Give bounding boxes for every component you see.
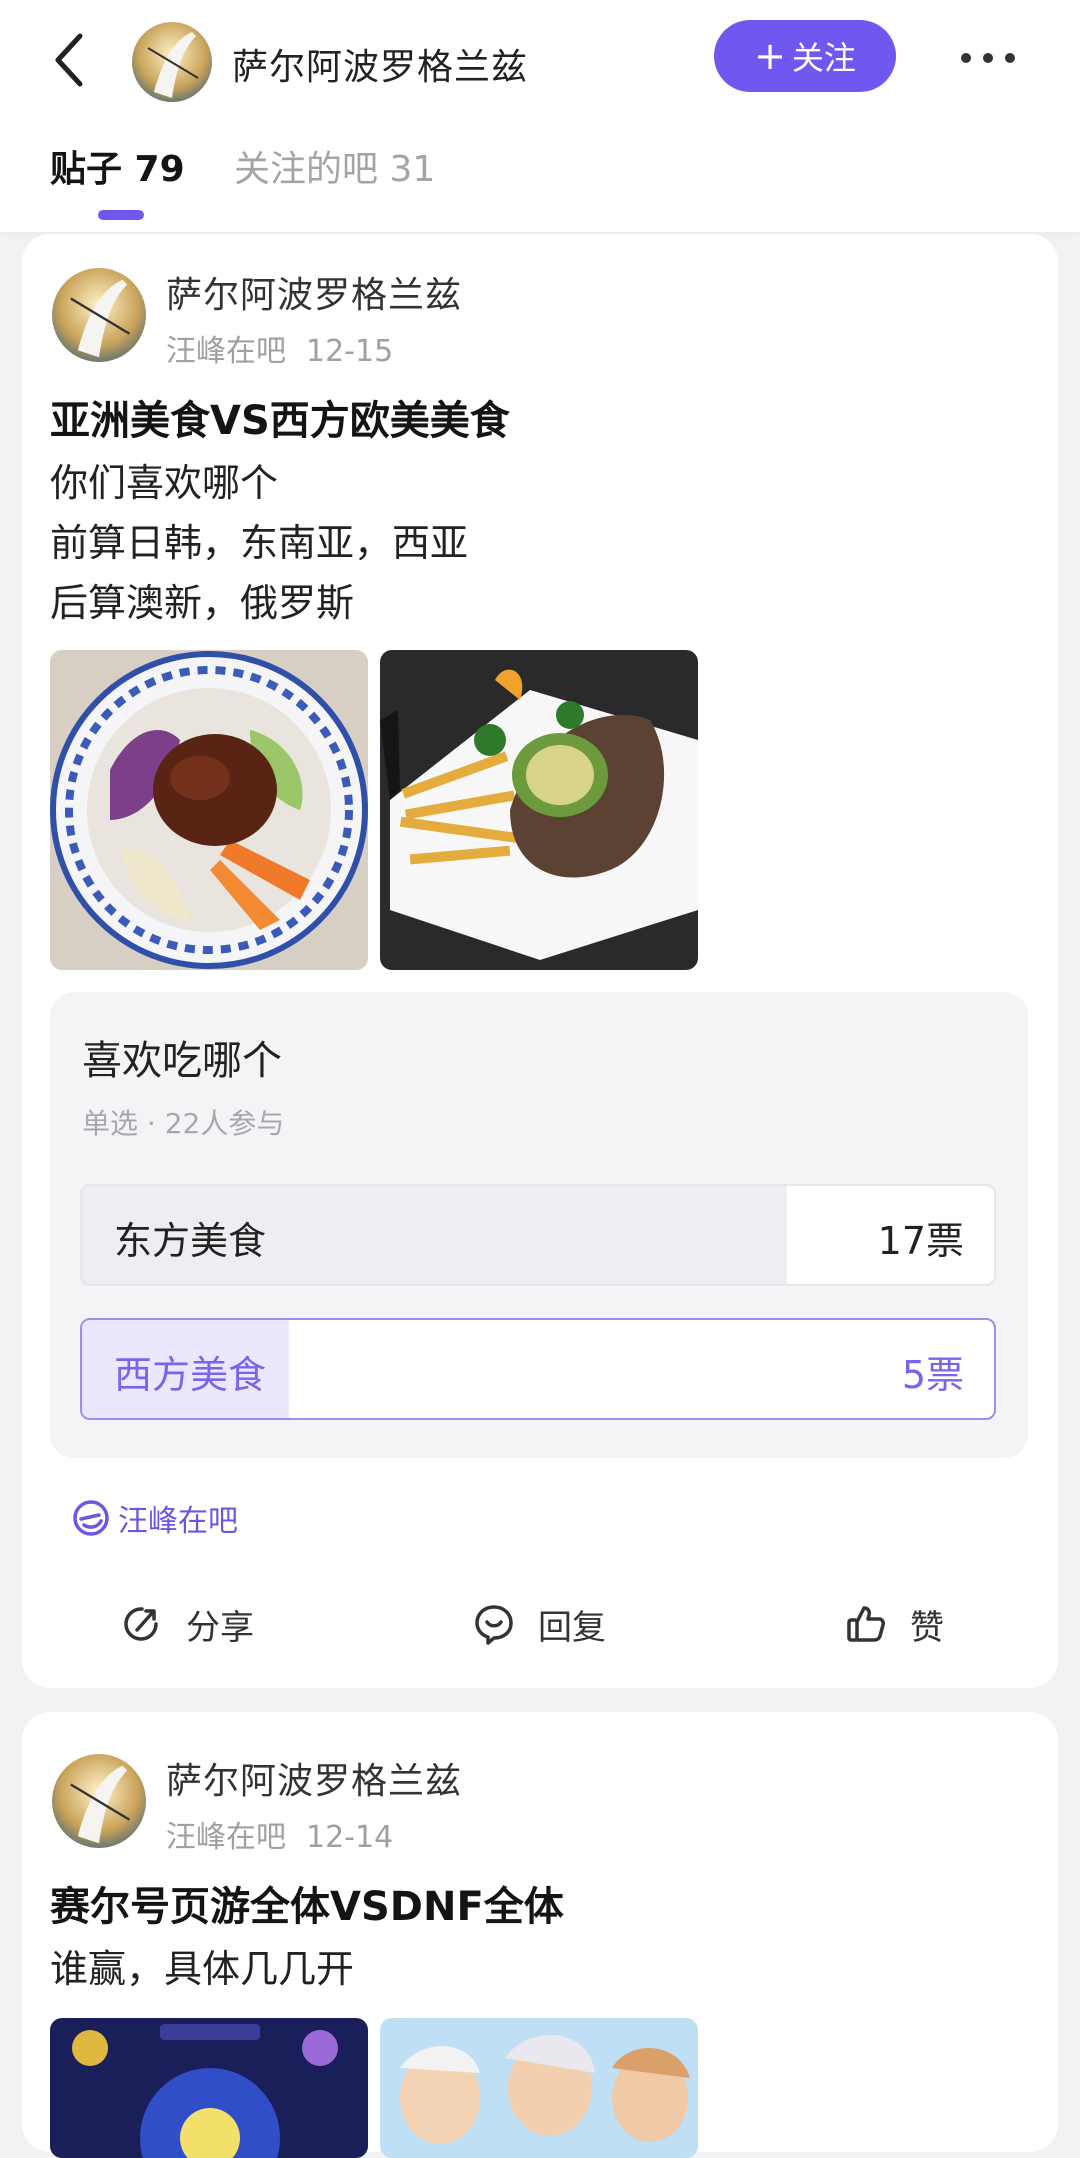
poll-option-label: 东方美食 <box>114 1219 267 1263</box>
tab-indicator <box>98 210 144 220</box>
avatar[interactable] <box>52 268 146 362</box>
like-button[interactable]: 赞 <box>844 1594 944 1654</box>
post-date: 12-15 <box>306 334 394 369</box>
tab-followed-bars[interactable]: 关注的吧 31 <box>234 140 435 192</box>
post-body-line: 谁赢，具体几几开 <box>50 1947 355 1991</box>
poll: 喜欢吃哪个 单选 · 22人参与 东方美食 17票 西方美食 5票 <box>50 992 1028 1458</box>
poll-option-votes: 5票 <box>901 1353 964 1397</box>
tab-posts[interactable]: 贴子 79 <box>50 140 185 192</box>
forum-tag[interactable]: 汪峰在吧 <box>72 1498 238 1539</box>
post-card[interactable]: 萨尔阿波罗格兰兹 汪峰在吧 12-15 亚洲美食VS西方欧美美食 你们喜欢哪个 前… <box>22 234 1058 1688</box>
avatar[interactable] <box>132 22 212 102</box>
avatar[interactable] <box>52 1754 146 1848</box>
post-author[interactable]: 萨尔阿波罗格兰兹 <box>166 1752 462 1804</box>
share-label: 分享 <box>186 1607 254 1648</box>
poll-option-label: 西方美食 <box>114 1353 267 1397</box>
share-button[interactable]: 分享 <box>120 1594 254 1654</box>
post-body-line: 你们喜欢哪个 <box>50 461 279 505</box>
page-title: 萨尔阿波罗格兰兹 <box>232 47 529 88</box>
follow-button[interactable]: + 关注 <box>714 20 896 92</box>
forum-icon <box>73 1500 109 1536</box>
like-label: 赞 <box>910 1607 944 1648</box>
post-date: 12-14 <box>306 1820 394 1855</box>
poll-option-votes: 17票 <box>877 1219 964 1263</box>
forum-tag-label: 汪峰在吧 <box>118 1504 238 1539</box>
post-title: 赛尔号页游全体VSDNF全体 <box>50 1884 564 1930</box>
reply-button[interactable]: 回复 <box>472 1594 606 1654</box>
post-image-anime[interactable] <box>380 2018 698 2158</box>
post-author[interactable]: 萨尔阿波罗格兰兹 <box>166 266 462 318</box>
poll-option[interactable]: 东方美食 17票 <box>80 1184 996 1286</box>
post-body-line: 前算日韩，东南亚，西亚 <box>50 521 469 565</box>
back-button[interactable] <box>48 28 92 92</box>
poll-option[interactable]: 西方美食 5票 <box>80 1318 996 1420</box>
post-title: 亚洲美食VS西方欧美美食 <box>50 398 510 444</box>
post-body-line: 后算澳新，俄罗斯 <box>50 581 355 625</box>
thumbs-up-icon <box>847 1606 885 1642</box>
post-meta: 汪峰在吧 12-15 <box>166 326 393 370</box>
reply-label: 回复 <box>538 1607 606 1648</box>
more-options-button[interactable] <box>958 46 1018 70</box>
post-meta: 汪峰在吧 12-14 <box>166 1812 393 1856</box>
post-forum: 汪峰在吧 <box>166 1820 286 1855</box>
comment-icon <box>475 1605 513 1645</box>
share-icon <box>124 1607 158 1641</box>
post-image-steak[interactable] <box>380 650 698 970</box>
more-dots-icon <box>961 53 1015 63</box>
post-forum: 汪峰在吧 <box>166 334 286 369</box>
plus-icon: + <box>754 34 786 78</box>
post-card[interactable]: 萨尔阿波罗格兰兹 汪峰在吧 12-14 赛尔号页游全体VSDNF全体 谁赢，具体几… <box>22 1712 1058 2158</box>
poll-subtitle: 单选 · 22人参与 <box>82 1107 285 1140</box>
chevron-left-icon <box>55 33 83 87</box>
post-image-game[interactable] <box>50 2018 368 2158</box>
post-image-noodles[interactable] <box>50 650 368 970</box>
follow-label: 关注 <box>791 39 856 77</box>
poll-question: 喜欢吃哪个 <box>82 1038 282 1084</box>
profile-header: 萨尔阿波罗格兰兹 + 关注 贴子 79 关注的吧 31 <box>0 0 1080 232</box>
